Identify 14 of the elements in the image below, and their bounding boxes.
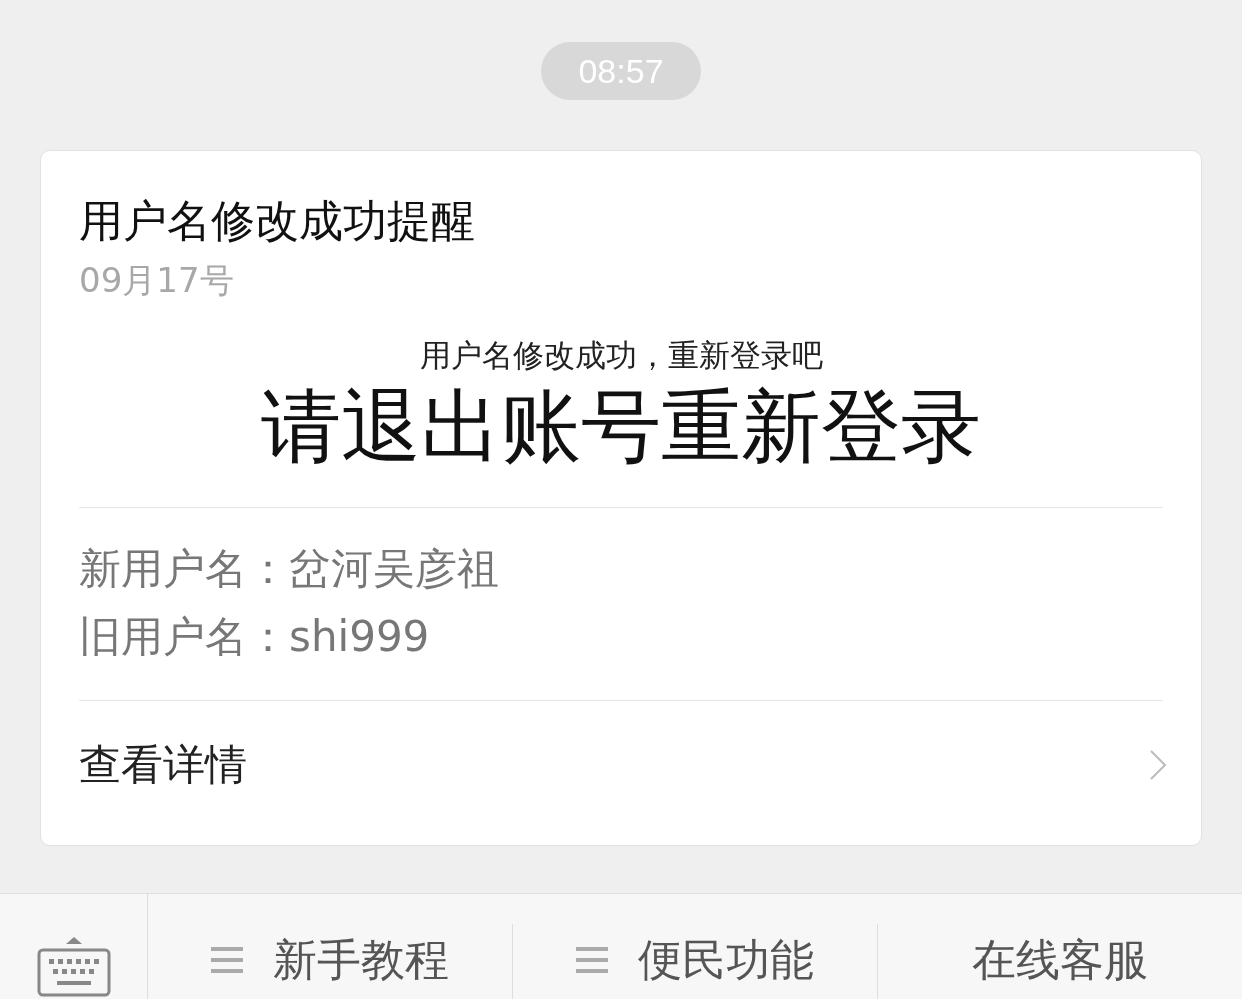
menu-icon bbox=[211, 947, 243, 973]
card-date: 09月17号 bbox=[79, 259, 235, 302]
card-headline: 请退出账号重新登录 bbox=[260, 379, 982, 475]
card-title: 用户名修改成功提醒 bbox=[79, 194, 476, 248]
info-line: 新用户名：岔河吴彦祖 bbox=[79, 543, 500, 595]
details-link[interactable]: 查看详情 bbox=[79, 737, 247, 793]
menu-tab[interactable]: 在线客服 bbox=[878, 925, 1242, 995]
menu-icon bbox=[576, 947, 608, 973]
keyboard-icon bbox=[36, 937, 111, 997]
card-subtitle: 用户名修改成功，重新登录吧 bbox=[418, 336, 824, 375]
menu-tab[interactable]: 便民功能 bbox=[513, 925, 877, 995]
info-line: 旧用户名：shi999 bbox=[79, 611, 431, 663]
chevron-right-icon bbox=[1149, 749, 1167, 781]
menu-tab[interactable]: 新手教程 bbox=[148, 925, 512, 995]
